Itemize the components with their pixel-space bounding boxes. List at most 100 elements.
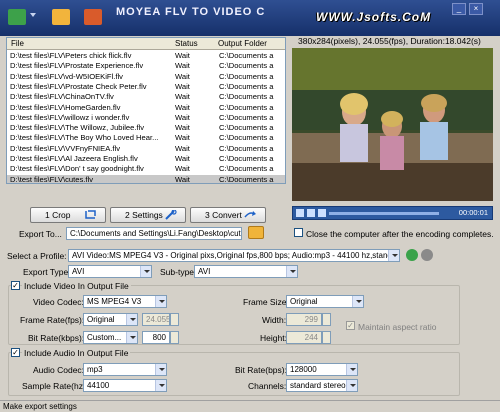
- file-name: D:\test files\FLV\vd-W5IOEKiFl.flv: [10, 71, 123, 81]
- list-item[interactable]: D:\test files\FLV\Peters chick flick.flv…: [7, 51, 285, 61]
- list-item[interactable]: D:\test files\FLV\willowz i wonder.flv Wa…: [7, 113, 285, 123]
- height-stepper[interactable]: [322, 331, 331, 344]
- include-audio-checkbox[interactable]: ✓: [11, 348, 20, 357]
- bitrate-select[interactable]: Custom...: [83, 331, 138, 344]
- video-codec-select[interactable]: MS MPEG4 V3: [83, 295, 167, 308]
- channels-label: Channels:: [248, 381, 287, 391]
- file-name: D:\test files\FLV\Prostate Check Peter.f…: [10, 81, 147, 91]
- output-folder: C:\Documents a: [219, 174, 274, 184]
- aspect-ratio-label: Maintain aspect ratio: [358, 322, 437, 332]
- chevron-down-icon: [155, 364, 166, 375]
- profile-select[interactable]: AVI Video:MS MPEG4 V3 - Original pixs,Or…: [68, 249, 400, 262]
- column-file[interactable]: File: [11, 39, 24, 48]
- list-item[interactable]: D:\test files\FLV\vd-W5IOEKiFl.flv Wait C:…: [7, 72, 285, 82]
- export-type-select[interactable]: AVI: [68, 265, 152, 278]
- file-status: Wait: [175, 164, 190, 174]
- width-label: Width:: [262, 315, 287, 325]
- subtype-select[interactable]: AVI: [194, 265, 298, 278]
- app-title: MOYEA FLV TO VIDEO C: [116, 6, 266, 18]
- file-status: Wait: [175, 143, 190, 153]
- folder-icon[interactable]: [52, 9, 70, 25]
- frame-rate-select[interactable]: Original: [83, 313, 138, 326]
- settings-button[interactable]: 2 Settings: [110, 207, 186, 223]
- file-name: D:\test files\FLV\Peters chick flick.flv: [10, 51, 132, 60]
- output-folder: C:\Documents a: [219, 154, 274, 163]
- chevron-down-icon: [155, 296, 166, 307]
- audio-codec-value: mp3: [87, 365, 103, 374]
- list-item[interactable]: D:\test files\FLV\VVFnyFNIEA.flv Wait C:\D…: [7, 144, 285, 154]
- audio-codec-select[interactable]: mp3: [83, 363, 167, 376]
- list-item[interactable]: D:\test files\FLV\HomeGarden.flv Wait C:\D…: [7, 103, 285, 113]
- seek-slider[interactable]: [329, 212, 439, 215]
- channels-value: standard stereo: [290, 381, 346, 390]
- add-file-icon[interactable]: [8, 9, 26, 25]
- list-item[interactable]: D:\test files\FLV\Al Jazeera English.flv…: [7, 154, 285, 164]
- bitrate-input[interactable]: 800: [142, 331, 170, 344]
- export-to-label: Export To...: [19, 229, 62, 239]
- file-name: D:\test files\FLV\VVFnyFNIEA.flv: [10, 143, 120, 153]
- file-status: Wait: [175, 81, 190, 91]
- width-input[interactable]: 299: [286, 313, 322, 326]
- channels-select[interactable]: standard stereo: [286, 379, 358, 392]
- list-item[interactable]: D:\test files\FLV\Prostate Check Peter.f…: [7, 82, 285, 92]
- bitrate-label: Bit Rate(kbps):: [28, 333, 85, 343]
- delete-icon[interactable]: [84, 9, 102, 25]
- frame-rate-input[interactable]: 24.055: [142, 313, 170, 326]
- output-folder: C:\Documents a: [219, 164, 274, 174]
- height-input[interactable]: 244: [286, 331, 322, 344]
- audio-bitrate-label: Bit Rate(bps):: [235, 365, 287, 375]
- crop-button[interactable]: 1 Crop: [30, 207, 106, 223]
- file-status: Wait: [175, 92, 190, 102]
- chevron-down-icon: [388, 250, 399, 261]
- file-name: D:\test files\FLV\Al Jazeera English.flv: [10, 154, 138, 163]
- frame-rate-label: Frame Rate(fps):: [20, 315, 85, 325]
- export-path-input[interactable]: C:\Documents and Settings\Li.Fang\Deskto…: [66, 227, 242, 240]
- output-folder: C:\Documents a: [219, 112, 274, 122]
- frame-size-select[interactable]: Original: [286, 295, 364, 308]
- status-bar: Make export settings: [0, 400, 500, 412]
- export-type-value: AVI: [72, 267, 85, 276]
- frame-size-value: Original: [290, 297, 318, 306]
- fullscreen-button[interactable]: [318, 209, 326, 217]
- file-list[interactable]: File Status Output Folder D:\test files\…: [6, 37, 286, 184]
- file-name: D:\test files\FLV\ChinaOnTV.flv: [10, 92, 114, 102]
- player-controls: 00:00:01: [292, 206, 493, 220]
- list-item[interactable]: D:\test files\FLV\The Boy Who Loved Hear…: [7, 133, 285, 143]
- aspect-ratio-checkbox[interactable]: ✓: [346, 321, 355, 330]
- audio-bitrate-select[interactable]: 128000: [286, 363, 358, 376]
- convert-button[interactable]: 3 Convert: [190, 207, 266, 223]
- list-item[interactable]: D:\test files\FLV\ChinaOnTV.flv Wait C:\Do…: [7, 92, 285, 102]
- play-button[interactable]: [296, 209, 304, 217]
- file-status: Wait: [175, 61, 190, 71]
- close-button[interactable]: ×: [469, 3, 483, 15]
- output-folder: C:\Documents a: [219, 51, 274, 60]
- include-video-checkbox[interactable]: ✓: [11, 281, 20, 290]
- remove-profile-button[interactable]: [421, 249, 433, 261]
- watermark-text: WWW.Jsofts.CoM: [316, 10, 432, 24]
- browse-folder-icon[interactable]: [248, 226, 264, 239]
- profile-value: AVI Video:MS MPEG4 V3 - Original pixs,Or…: [72, 251, 400, 260]
- convert-arrow-icon: [244, 211, 256, 218]
- list-item[interactable]: D:\test files\FLV\Prostate Experience.fl…: [7, 61, 285, 71]
- sample-rate-select[interactable]: 44100: [83, 379, 167, 392]
- chevron-down-icon[interactable]: [30, 13, 36, 17]
- sample-rate-label: Sample Rate(hz):: [22, 381, 89, 391]
- file-name: D:\test files\FLV\Prostate Experience.fl…: [10, 61, 144, 71]
- stop-button[interactable]: [307, 209, 315, 217]
- column-output-folder[interactable]: Output Folder: [218, 39, 267, 48]
- bitrate-stepper[interactable]: [170, 331, 179, 344]
- list-item[interactable]: D:\test files\FLV\cutes.flv Wait C:\Docume…: [7, 174, 285, 184]
- file-status: Wait: [175, 71, 190, 81]
- chevron-down-icon: [155, 380, 166, 391]
- list-item[interactable]: D:\test files\FLV\The Willowz, Jubilee.f…: [7, 123, 285, 133]
- file-status: Wait: [175, 51, 190, 60]
- frame-rate-stepper[interactable]: [170, 313, 179, 326]
- shutdown-checkbox[interactable]: [294, 228, 303, 237]
- minimize-button[interactable]: _: [452, 3, 466, 15]
- chevron-down-icon: [140, 266, 151, 277]
- audio-codec-label: Audio Codec:: [33, 365, 85, 375]
- column-status[interactable]: Status: [175, 39, 198, 48]
- width-stepper[interactable]: [322, 313, 331, 326]
- list-item[interactable]: D:\test files\FLV\Don' t say goodnight.f…: [7, 164, 285, 174]
- add-profile-button[interactable]: [406, 249, 418, 261]
